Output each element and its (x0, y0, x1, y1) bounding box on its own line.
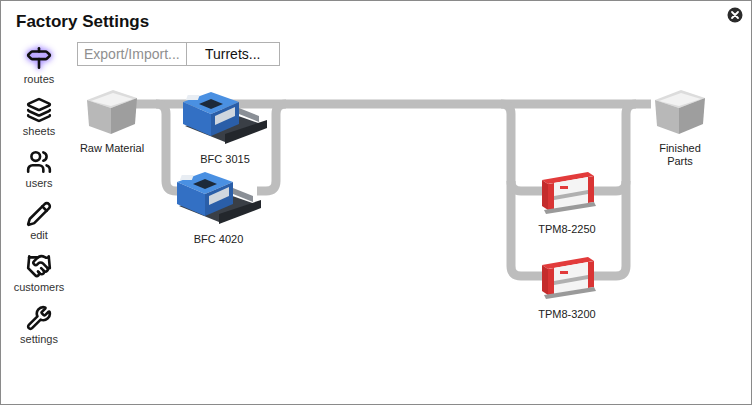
bin-icon (83, 86, 141, 138)
close-icon[interactable] (727, 7, 743, 23)
route-node[interactable]: TPM8-2250 (526, 166, 608, 236)
press-brake-icon (536, 251, 598, 304)
laser-machine-icon (181, 86, 269, 149)
sidebar-label: sheets (23, 125, 55, 137)
laser-machine-icon (175, 166, 263, 229)
route-node[interactable]: TPM8-3200 (526, 251, 608, 321)
factory-settings-window: Factory Settings routes sheets users edit cus… (0, 0, 752, 405)
bin-icon (651, 86, 709, 138)
sidebar-label: users (26, 177, 53, 189)
sidebar-item[interactable]: routes (3, 45, 75, 92)
node-label: Raw Material (79, 142, 145, 155)
route-diagram: Raw Material BFC 3015 BFC 4020 TPM8-2250 TPM… (77, 66, 751, 404)
route-node[interactable]: BFC 4020 (171, 166, 266, 246)
toolbar-button: Export/Import... (77, 42, 187, 66)
node-label: TPM8-2250 (526, 223, 608, 236)
users-icon (26, 149, 52, 175)
sidebar-item[interactable]: customers (3, 253, 75, 300)
route-node[interactable]: Raw Material (79, 86, 145, 155)
layers-icon (26, 97, 52, 123)
wrench-icon (26, 305, 52, 331)
node-label: BFC 4020 (171, 233, 266, 246)
sidebar-label: settings (20, 333, 58, 345)
window-title: Factory Settings (16, 12, 149, 32)
toolbar: Export/Import...Turrets... (77, 42, 751, 66)
sidebar-item[interactable]: users (3, 149, 75, 196)
sidebar-item[interactable]: edit (3, 201, 75, 248)
handshake-icon (26, 253, 52, 279)
route-node[interactable]: BFC 3015 (181, 86, 269, 166)
sidebar-label: customers (14, 281, 65, 293)
node-label: BFC 3015 (181, 153, 269, 166)
route-lines (77, 66, 752, 405)
header: Factory Settings (1, 1, 751, 39)
sidebar-label: routes (24, 73, 55, 85)
node-label: Finished Parts (645, 142, 715, 168)
node-label: TPM8-3200 (526, 308, 608, 321)
signpost-icon (26, 45, 52, 71)
sidebar-item[interactable]: sheets (3, 97, 75, 144)
press-brake-icon (536, 166, 598, 219)
toolbar-button[interactable]: Turrets... (186, 42, 280, 66)
sidebar: routes sheets users edit customers settings (1, 39, 77, 404)
sidebar-label: edit (30, 229, 48, 241)
sidebar-item[interactable]: settings (3, 305, 75, 352)
pencil-icon (26, 201, 52, 227)
route-node[interactable]: Finished Parts (645, 86, 715, 168)
